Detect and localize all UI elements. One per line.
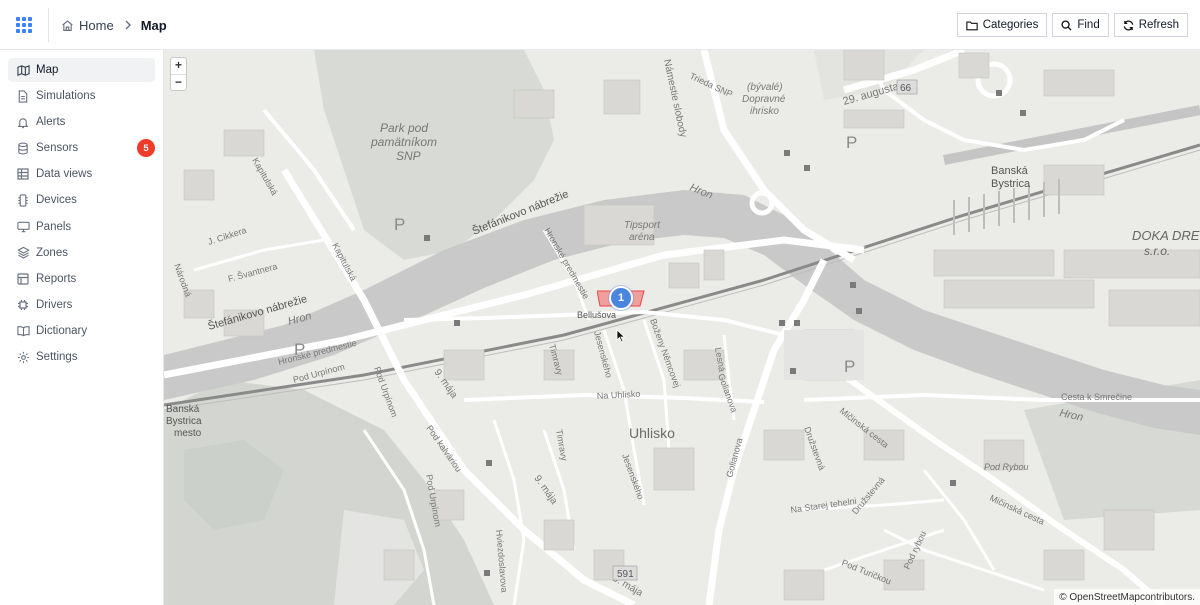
label-bellusova: Bellušova	[577, 310, 616, 320]
breadcrumb: Home Map	[61, 17, 167, 33]
label-cesta-smrecine: Cesta k Smrečine	[1061, 392, 1132, 402]
sidebar-item-label: Zones	[36, 246, 68, 259]
sidebar-item-label: Drivers	[36, 298, 73, 311]
sidebar-item-alerts[interactable]: Alerts	[8, 110, 155, 134]
report-icon	[16, 272, 30, 286]
label-parking-1: P	[846, 133, 857, 152]
sidebar-item-label: Panels	[36, 220, 72, 233]
folder-icon	[966, 21, 978, 30]
label-doka-1: DOKA DRE	[1132, 228, 1200, 243]
label-mesto-2: Bystrica	[166, 416, 202, 427]
label-doka-2: s.r.o.	[1144, 244, 1170, 258]
label-banska-2: Bystrica	[991, 178, 1031, 190]
home-icon	[62, 19, 73, 31]
sidebar-item-label: Data views	[36, 168, 93, 181]
header-divider	[48, 8, 49, 42]
attribution-suffix: contributors.	[1139, 591, 1195, 603]
categories-button-label: Categories	[982, 19, 1039, 31]
chip-icon	[16, 298, 30, 312]
breadcrumb-current: Map	[140, 17, 167, 33]
zoom-out-button[interactable]: −	[171, 74, 186, 90]
sidebar-item-label: Map	[36, 64, 59, 76]
label-park-2: pamätníkom	[370, 135, 437, 149]
sidebar-item-label: Reports	[36, 272, 77, 285]
sidebar-item-drivers[interactable]: Drivers	[8, 293, 155, 317]
mouse-cursor-icon	[616, 329, 626, 343]
label-parking-3: P	[394, 215, 405, 234]
attribution-link[interactable]: OpenStreetMap	[1069, 592, 1140, 603]
label-pod-rybou-1: Pod Rybou	[984, 462, 1029, 472]
sidebar-item-label: Devices	[36, 194, 77, 207]
sidebar-item-label: Alerts	[36, 116, 66, 129]
search-icon	[1061, 19, 1072, 31]
zoom-in-button[interactable]: +	[171, 58, 186, 74]
sidebar-item-sensors[interactable]: Sensors 5	[8, 136, 155, 160]
sidebar-item-zones[interactable]: Zones	[8, 241, 155, 265]
monitor-icon	[16, 220, 30, 234]
table-icon	[16, 167, 30, 181]
label-byvale-2: Dopravné	[742, 94, 786, 105]
top-bar: Home Map Categories Find Refresh	[0, 0, 1200, 50]
sidebar-item-settings[interactable]: Settings	[8, 345, 155, 369]
find-button-label: Find	[1077, 19, 1100, 31]
label-park-3: SNP	[396, 149, 421, 163]
header-actions: Categories Find Refresh	[956, 13, 1188, 37]
book-icon	[16, 324, 30, 338]
refresh-button-label: Refresh	[1138, 19, 1179, 31]
sensors-count-badge: 5	[137, 139, 155, 158]
label-road-591: 591	[617, 569, 634, 580]
map-view[interactable]: Park pod pamätníkom SNP Námestie slobody…	[164, 50, 1200, 605]
sidebar: Map Simulations Alerts Sensors 5 Data vi…	[0, 50, 164, 605]
label-mesto-3: mesto	[174, 428, 202, 439]
map-icon	[16, 63, 30, 77]
sidebar-item-label: Simulations	[36, 90, 96, 103]
breadcrumb-home[interactable]: Home	[61, 18, 114, 33]
sidebar-item-data-views[interactable]: Data views	[8, 162, 155, 186]
sidebar-item-simulations[interactable]: Simulations	[8, 84, 155, 108]
sidebar-item-reports[interactable]: Reports	[8, 267, 155, 291]
bell-icon	[16, 115, 30, 129]
sidebar-item-panels[interactable]: Panels	[8, 215, 155, 239]
app-grid-icon[interactable]	[8, 9, 40, 41]
categories-button[interactable]: Categories	[956, 13, 1048, 37]
label-park-1: Park pod	[380, 121, 428, 135]
sidebar-item-label: Sensors	[36, 142, 79, 155]
document-icon	[16, 89, 30, 103]
layers-icon	[16, 246, 30, 260]
label-uhlisko: Uhlisko	[629, 425, 675, 441]
zoom-control: + −	[170, 57, 187, 91]
find-button[interactable]: Find	[1052, 13, 1109, 37]
label-mesto-1: Banská	[166, 404, 200, 415]
database-icon	[16, 141, 30, 155]
label-tipsport-2: aréna	[629, 232, 655, 243]
breadcrumb-home-label: Home	[79, 17, 114, 33]
label-banska-1: Banská	[991, 165, 1029, 177]
label-byvale-3: ihrisko	[750, 106, 779, 117]
device-icon	[16, 193, 30, 207]
label-parking-2: P	[844, 357, 855, 376]
marker-cluster[interactable]: 1	[609, 286, 633, 310]
gear-icon	[16, 350, 30, 364]
refresh-icon	[1123, 20, 1133, 30]
map-attribution: © OpenStreetMap contributors.	[1054, 589, 1200, 605]
attribution-copyright: ©	[1059, 591, 1067, 603]
label-tipsport-1: Tipsport	[624, 220, 661, 231]
chevron-right-icon	[124, 20, 132, 30]
sidebar-item-map[interactable]: Map	[8, 58, 155, 82]
sidebar-item-label: Dictionary	[36, 324, 88, 337]
refresh-button[interactable]: Refresh	[1113, 13, 1188, 37]
sidebar-item-devices[interactable]: Devices	[8, 188, 155, 212]
sidebar-item-dictionary[interactable]: Dictionary	[8, 319, 155, 343]
label-byvale-1: (bývalé)	[747, 82, 783, 93]
sidebar-item-label: Settings	[36, 351, 78, 364]
map-tiles: Park pod pamätníkom SNP Námestie slobody…	[164, 50, 1200, 605]
label-road-66: 66	[900, 83, 912, 94]
